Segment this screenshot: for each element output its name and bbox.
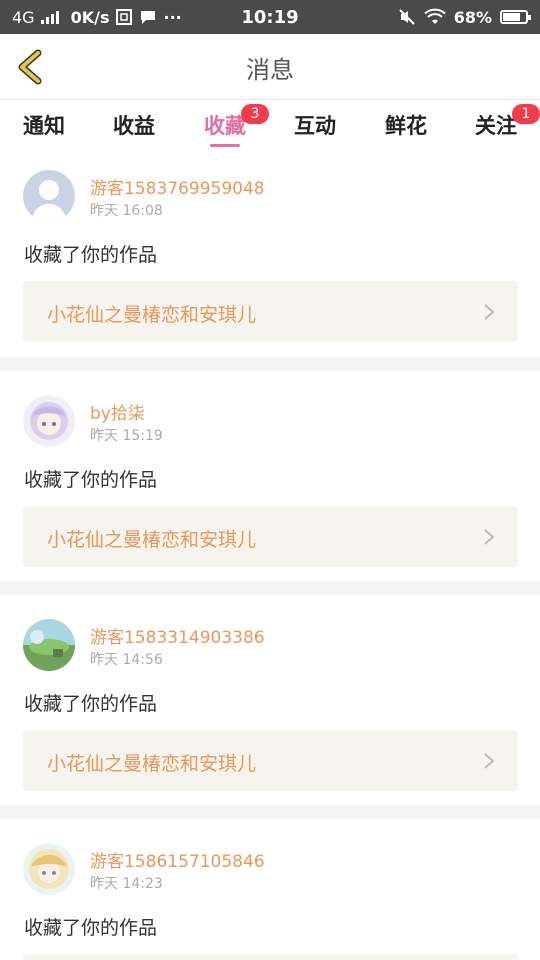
tab-earnings[interactable]: 收益 [104,110,164,140]
username[interactable]: 游客1583314903386 [90,623,265,648]
avatar[interactable] [23,843,75,895]
tab-label: 鲜花 [385,114,427,138]
work-link[interactable] [23,954,518,960]
anime-girl-avatar-icon [23,395,75,447]
list-item: by拾柒 昨天 15:19 收藏了你的作品 小花仙之曼椿恋和安琪儿 [0,371,540,579]
active-tab-indicator [210,144,240,147]
wifi-icon [424,8,446,24]
tab-follows[interactable]: 关注 1 [466,104,540,140]
work-title: 小花仙之曼椿恋和安琪儿 [47,304,257,326]
battery-percent: 68% [453,7,492,27]
page-title: 消息 [246,55,294,84]
divider [0,357,540,371]
avatar[interactable] [23,170,75,222]
action-text: 收藏了你的作品 [24,693,158,715]
fairy-avatar-icon [23,843,75,895]
default-avatar-icon [23,170,75,222]
timestamp: 昨天 14:23 [90,876,163,892]
timestamp: 昨天 15:19 [90,428,163,444]
chevron-right-icon [484,753,495,769]
work-link[interactable]: 小花仙之曼椿恋和安琪儿 [23,730,518,791]
landscape-avatar-icon [23,619,75,671]
tab-bar: 通知 收益 收藏 3 互动 鲜花 关注 1 [0,100,540,154]
list-item: 游客1583769959048 昨天 16:08 收藏了你的作品 小花仙之曼椿恋… [0,154,540,364]
action-text: 收藏了你的作品 [24,244,158,266]
username[interactable]: 游客1586157105846 [90,847,265,872]
work-link[interactable]: 小花仙之曼椿恋和安琪儿 [23,281,518,342]
avatar[interactable] [23,395,75,447]
username[interactable]: 游客1583769959048 [90,174,265,199]
status-bar: 4G 0K/s ··· 10:19 68% [0,0,540,34]
tab-interactions[interactable]: 互动 [285,110,345,140]
status-right: 68% [398,0,531,34]
work-link[interactable]: 小花仙之曼椿恋和安琪儿 [23,506,518,567]
timestamp: 昨天 16:08 [90,203,163,219]
action-text: 收藏了你的作品 [24,469,158,491]
chevron-right-icon [484,529,495,545]
mute-icon [398,9,415,25]
tab-favorites[interactable]: 收藏 3 [195,104,269,147]
follows-badge: 1 [512,104,540,124]
username[interactable]: by拾柒 [90,399,145,424]
divider [0,581,540,595]
chevron-right-icon [484,304,495,320]
work-title: 小花仙之曼椿恋和安琪儿 [47,753,257,775]
tab-label: 通知 [23,114,65,138]
list-item: 游客1586157105846 昨天 14:23 收藏了你的作品 [0,819,540,960]
favorites-badge: 3 [241,104,269,124]
tab-notifications[interactable]: 通知 [14,110,74,140]
nav-bar: 消息 [0,34,540,100]
tab-label: 关注 [475,114,517,138]
tab-flowers[interactable]: 鲜花 [376,110,436,140]
tab-label: 收藏 [204,114,246,138]
timestamp: 昨天 14:56 [90,652,163,668]
tab-label: 收益 [113,114,155,138]
work-title: 小花仙之曼椿恋和安琪儿 [47,529,257,551]
battery-icon [500,10,531,24]
action-text: 收藏了你的作品 [24,917,158,939]
list-item: 游客1583314903386 昨天 14:56 收藏了你的作品 小花仙之曼椿恋… [0,595,540,805]
divider [0,805,540,819]
avatar[interactable] [23,619,75,671]
tab-label: 互动 [294,114,336,138]
